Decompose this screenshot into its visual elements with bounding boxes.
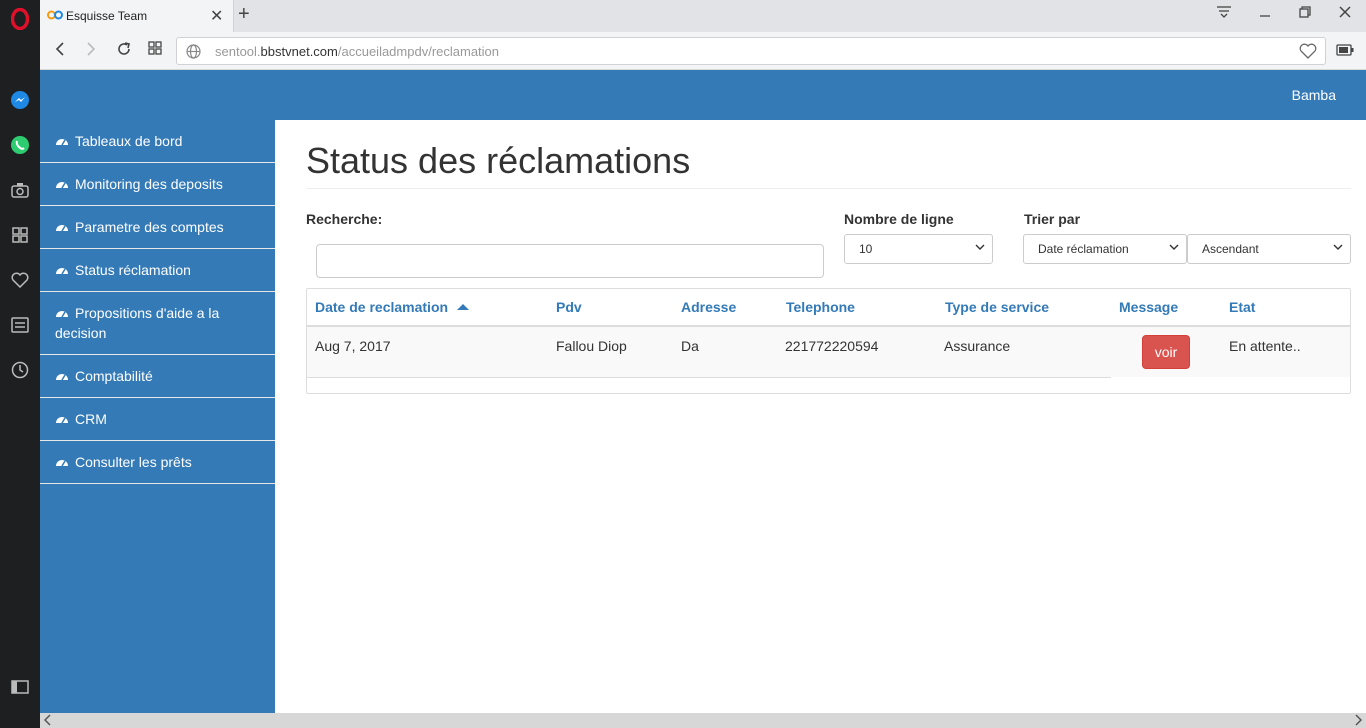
back-icon[interactable]	[54, 41, 66, 62]
sidebar-toggle-icon[interactable]	[8, 675, 32, 699]
new-tab-button[interactable]: +	[238, 3, 250, 26]
main-content: Status des réclamations Recherche: Nombr…	[275, 120, 1366, 713]
cell-type: Assurance	[944, 338, 1011, 354]
title-divider	[306, 188, 1351, 189]
dashboard-gauge-icon	[56, 225, 68, 232]
address-bar[interactable]: sentool.bbstvnet.com/accueiladmpdv/recla…	[176, 37, 1326, 65]
sidebar-item-crm[interactable]: CRM	[40, 398, 275, 441]
scroll-right-icon[interactable]	[1354, 714, 1363, 728]
user-menu[interactable]: Bamba	[1292, 87, 1336, 103]
sidebar-nav: Tableaux de bord Monitoring des deposits…	[40, 120, 275, 713]
favicon-icon	[47, 9, 63, 25]
tab-close-icon[interactable]: ✕	[210, 6, 223, 26]
camera-icon[interactable]	[8, 178, 32, 202]
column-header-etat[interactable]: Etat	[1229, 299, 1255, 315]
column-header-type[interactable]: Type de service	[945, 299, 1049, 315]
cell-etat: En attente..	[1229, 338, 1301, 354]
forward-icon[interactable]	[85, 41, 97, 62]
scroll-left-icon[interactable]	[43, 714, 52, 728]
sidebar-item-label: Status réclamation	[75, 262, 191, 278]
chevron-down-icon	[975, 244, 985, 250]
sidebar-item-label: CRM	[75, 411, 107, 427]
globe-icon	[186, 44, 201, 62]
sort-field-select[interactable]: Date réclamation	[1023, 234, 1187, 264]
tabs-grid-icon[interactable]	[148, 41, 162, 60]
cell-date: Aug 7, 2017	[315, 338, 391, 354]
rows-select[interactable]: 10	[844, 234, 993, 264]
dashboard-gauge-icon	[56, 182, 68, 189]
dashboard-gauge-icon	[56, 139, 68, 146]
sidebar-item-status-reclamation[interactable]: Status réclamation	[40, 249, 275, 292]
sidebar-item-consulter-prets[interactable]: Consulter les prêts	[40, 441, 275, 484]
column-header-pdv[interactable]: Pdv	[556, 299, 582, 315]
history-clock-icon[interactable]	[8, 358, 32, 382]
sort-asc-icon	[456, 304, 469, 310]
column-header-label: Date de reclamation	[315, 299, 449, 315]
reclamations-table: Date de reclamation Pdv Adresse Telephon…	[306, 288, 1351, 394]
sidebar-item-label: Comptabilité	[75, 368, 153, 384]
sidebar-item-label: Parametre des comptes	[75, 219, 224, 235]
url-text: sentool.bbstvnet.com/accueiladmpdv/recla…	[215, 44, 500, 59]
sort-label: Trier par	[1024, 211, 1081, 227]
dashboard-gauge-icon	[56, 374, 68, 381]
restore-icon[interactable]	[1298, 5, 1312, 23]
browser-chrome: Esquisse Team ✕ + sentool.bbstvnet.com/a…	[40, 0, 1366, 70]
dashboard-gauge-icon	[56, 268, 68, 275]
cell-adresse: Da	[681, 338, 699, 354]
reload-icon[interactable]	[116, 41, 132, 62]
battery-icon[interactable]	[1336, 43, 1354, 61]
sort-order-select[interactable]: Ascendant	[1187, 234, 1351, 264]
column-header-date[interactable]: Date de reclamation	[315, 299, 470, 315]
rows-label: Nombre de ligne	[844, 211, 954, 227]
table-row-divider	[307, 377, 1111, 378]
sidebar-item-tableaux-de-bord[interactable]: Tableaux de bord	[40, 120, 275, 163]
whatsapp-icon[interactable]	[8, 133, 32, 157]
speed-dial-icon[interactable]	[8, 223, 32, 247]
sidebar-item-label: Tableaux de bord	[75, 133, 183, 149]
sort-order-value: Ascendant	[1202, 242, 1259, 256]
close-window-icon[interactable]	[1338, 5, 1352, 23]
chevron-down-icon	[1333, 244, 1343, 250]
minimize-icon[interactable]	[1258, 5, 1272, 23]
voir-button[interactable]: voir	[1142, 335, 1190, 369]
search-label: Recherche:	[306, 211, 383, 227]
tab-title: Esquisse Team	[66, 9, 148, 23]
address-row: sentool.bbstvnet.com/accueiladmpdv/recla…	[40, 32, 1366, 70]
messenger-icon[interactable]	[8, 88, 32, 112]
sidebar-item-label: Propositions d'aide a la decision	[55, 305, 220, 341]
column-header-telephone[interactable]: Telephone	[786, 299, 855, 315]
column-header-adresse[interactable]: Adresse	[681, 299, 736, 315]
sidebar-item-monitoring[interactable]: Monitoring des deposits	[40, 163, 275, 206]
browser-tab[interactable]: Esquisse Team ✕	[40, 0, 234, 32]
dashboard-gauge-icon	[56, 417, 68, 424]
dashboard-gauge-icon	[56, 311, 68, 318]
cell-telephone: 221772220594	[785, 338, 879, 354]
sidebar-item-label: Monitoring des deposits	[75, 176, 223, 192]
page-title: Status des réclamations	[306, 140, 691, 181]
sidebar-item-propositions[interactable]: Propositions d'aide a la decision	[40, 292, 275, 355]
tab-strip: Esquisse Team ✕ +	[40, 0, 1366, 32]
heart-icon[interactable]	[8, 268, 32, 292]
site-header: Bamba	[40, 70, 1366, 120]
search-input[interactable]	[316, 244, 824, 278]
bookmark-heart-icon[interactable]	[1299, 43, 1317, 62]
opera-logo-icon[interactable]	[8, 7, 32, 31]
cell-pdv: Fallou Diop	[556, 338, 627, 354]
sidebar-item-parametre[interactable]: Parametre des comptes	[40, 206, 275, 249]
opera-sidebar	[0, 0, 40, 728]
sidebar-item-comptabilite[interactable]: Comptabilité	[40, 355, 275, 398]
sidebar-item-label: Consulter les prêts	[75, 454, 192, 470]
tab-menu-icon[interactable]	[1216, 5, 1232, 23]
chevron-down-icon	[1169, 244, 1179, 250]
sort-field-value: Date réclamation	[1038, 242, 1129, 256]
rows-select-value: 10	[859, 242, 873, 256]
news-icon[interactable]	[8, 313, 32, 337]
dashboard-gauge-icon	[56, 460, 68, 467]
column-header-message[interactable]: Message	[1119, 299, 1178, 315]
horizontal-scrollbar[interactable]	[40, 713, 1366, 728]
